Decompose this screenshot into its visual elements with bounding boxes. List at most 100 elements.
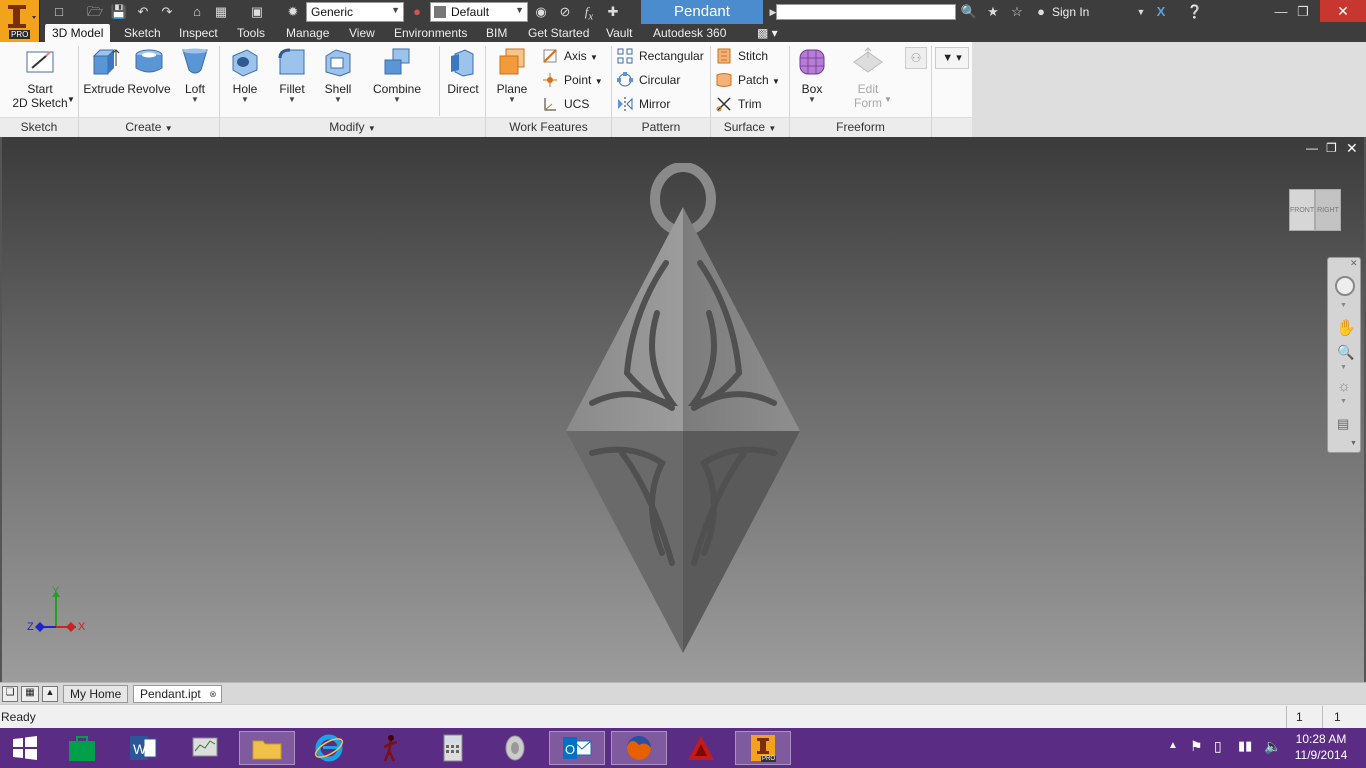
ribbon-options-icon[interactable]: ▩ ▾ [750, 24, 785, 42]
taskbar-speaker-app[interactable] [487, 731, 543, 765]
material-dropdown[interactable]: Default ▼ [430, 2, 528, 22]
clear-override-icon[interactable]: ⊘ [554, 4, 576, 20]
material-icon[interactable]: ● [406, 4, 428, 20]
search-icon[interactable]: 🔍 [958, 4, 980, 20]
shell-button[interactable]: Shell ▼ [318, 46, 358, 104]
mirror-button[interactable]: Mirror [617, 94, 670, 114]
steering-wheel-icon[interactable] [1335, 276, 1355, 296]
ucs-button[interactable]: UCS [542, 94, 589, 114]
panel-label-create[interactable]: Create ▼ [79, 117, 219, 137]
appearance-dropdown[interactable]: Generic ▼ [306, 2, 404, 22]
orbit-icon[interactable]: ☼ [1337, 378, 1351, 395]
close-icon[interactable]: ⊗ [209, 686, 217, 702]
rectangular-pattern-button[interactable]: Rectangular [617, 46, 704, 66]
circular-pattern-button[interactable]: Circular [617, 70, 680, 90]
panel-label-surface[interactable]: Surface ▼ [711, 117, 789, 137]
viewcube-right-face[interactable]: RIGHT [1315, 189, 1341, 231]
tab-inspect[interactable]: Inspect [172, 24, 225, 42]
search-input[interactable] [776, 4, 956, 20]
viewport-restore-icon[interactable]: ❐ [1326, 141, 1337, 155]
taskbar-file-explorer[interactable] [239, 731, 295, 765]
close-button[interactable]: ✕ [1320, 0, 1366, 22]
pendant-model[interactable] [562, 163, 804, 655]
show-hidden-icons[interactable]: ▲ [1168, 740, 1178, 751]
favorites-icon[interactable]: ☆ [1006, 4, 1028, 20]
fx-icon[interactable]: fx [578, 4, 600, 23]
tab-pendant-ipt[interactable]: Pendant.ipt ⊗ [133, 685, 222, 703]
save-icon[interactable]: 💾 [108, 4, 130, 20]
tab-autodesk-360[interactable]: Autodesk 360 [646, 24, 733, 42]
taskbar-word[interactable]: W [115, 731, 171, 765]
combine-button[interactable]: Combine ▼ [371, 46, 423, 104]
undo-icon[interactable]: ↶ [132, 4, 154, 20]
chevron-down-icon[interactable]: ▼ [1130, 4, 1152, 20]
tab-vault[interactable]: Vault [599, 24, 639, 42]
viewcube[interactable]: FRONT RIGHT [1289, 189, 1341, 231]
taskbar-inventor[interactable]: PRO [735, 731, 791, 765]
chevron-down-icon[interactable]: ▼ [1340, 398, 1347, 405]
start-button[interactable] [0, 731, 50, 765]
customize-icon[interactable]: ▼ [1350, 440, 1357, 447]
minimize-icon[interactable]: — [1270, 4, 1292, 20]
tab-3d-model[interactable]: 3D Model [45, 24, 111, 42]
panel-options-button[interactable]: ▼ ▾ [935, 47, 969, 69]
home-icon[interactable]: ⌂ [186, 4, 208, 20]
viewport-minimize-icon[interactable]: — [1306, 141, 1318, 155]
clock[interactable]: 10:28 AM 11/9/2014 [1290, 731, 1352, 765]
doc-menu-icon[interactable]: ▲ [42, 686, 58, 702]
box-button[interactable]: Box ▼ [793, 46, 831, 104]
trim-button[interactable]: Trim [716, 94, 762, 114]
extrude-button[interactable]: Extrude [82, 46, 126, 96]
sign-in-link[interactable]: Sign In [1052, 5, 1089, 19]
subscription-icon[interactable]: ★ [982, 4, 1004, 20]
patch-button[interactable]: Patch ▼ [716, 70, 780, 90]
taskbar-calculator[interactable] [425, 731, 481, 765]
power-icon[interactable]: ▯ [1214, 738, 1222, 755]
redo-icon[interactable]: ↷ [156, 4, 178, 20]
tab-environments[interactable]: Environments [387, 24, 474, 42]
stitch-button[interactable]: Stitch [716, 46, 768, 66]
taskbar-app-figure[interactable] [363, 731, 419, 765]
look-at-icon[interactable]: ▤ [1337, 416, 1349, 432]
update-icon[interactable]: ▦ [210, 4, 232, 20]
point-button[interactable]: Point ▼ [542, 70, 603, 90]
direct-button[interactable]: Direct [443, 46, 483, 96]
taskbar-internet-explorer[interactable] [301, 731, 357, 765]
chevron-down-icon[interactable]: ▼ [1340, 364, 1347, 371]
select-icon[interactable]: ▣ [246, 4, 268, 20]
tab-view[interactable]: View [342, 24, 382, 42]
tab-sketch[interactable]: Sketch [117, 24, 168, 42]
tab-tools[interactable]: Tools [230, 24, 272, 42]
panel-label-modify[interactable]: Modify ▼ [220, 117, 485, 137]
plane-button[interactable]: Plane ▼ [492, 46, 532, 104]
taskbar-resource-monitor[interactable] [177, 731, 233, 765]
convert-button[interactable]: ⚇ [905, 47, 927, 69]
close-icon[interactable]: ✕ [1350, 258, 1358, 269]
tab-bim[interactable]: BIM [479, 24, 514, 42]
cascade-icon[interactable]: ❏ [2, 686, 18, 702]
chevron-down-icon[interactable]: ▼ [1340, 302, 1347, 309]
zoom-icon[interactable]: 🔍 [1337, 344, 1354, 361]
taskbar-firefox[interactable] [611, 731, 667, 765]
fillet-button[interactable]: Fillet ▼ [272, 46, 312, 104]
restore-icon[interactable]: ❐ [1292, 4, 1314, 20]
action-center-icon[interactable]: ⚑ [1190, 738, 1203, 755]
exchange-icon[interactable]: X [1150, 4, 1172, 20]
viewcube-front-face[interactable]: FRONT [1289, 189, 1315, 231]
user-icon[interactable]: ● [1030, 4, 1052, 20]
chevron-down-icon[interactable]: ▼ [67, 95, 75, 104]
axis-button[interactable]: Axis ▼ [542, 46, 598, 66]
network-icon[interactable]: ▮▮ [1238, 738, 1252, 754]
help-icon[interactable]: ❔ [1184, 4, 1206, 20]
viewport-close-icon[interactable]: ✕ [1346, 140, 1358, 157]
graphics-window[interactable]: — ❐ ✕ FRONT RIGHT ✕ ▼ ✋ � [0, 137, 1366, 682]
taskbar-outlook[interactable]: O [549, 731, 605, 765]
tab-get-started[interactable]: Get Started [521, 24, 596, 42]
plus-icon[interactable]: ✚ [602, 4, 624, 20]
app-menu-button[interactable]: PRO [0, 0, 40, 42]
tile-icon[interactable]: ▦ [21, 686, 39, 702]
hole-button[interactable]: Hole ▼ [225, 46, 265, 104]
color-wheel-icon[interactable]: ✹ [282, 4, 304, 20]
volume-icon[interactable]: 🔈 [1264, 738, 1281, 755]
taskbar-store[interactable] [54, 731, 110, 765]
